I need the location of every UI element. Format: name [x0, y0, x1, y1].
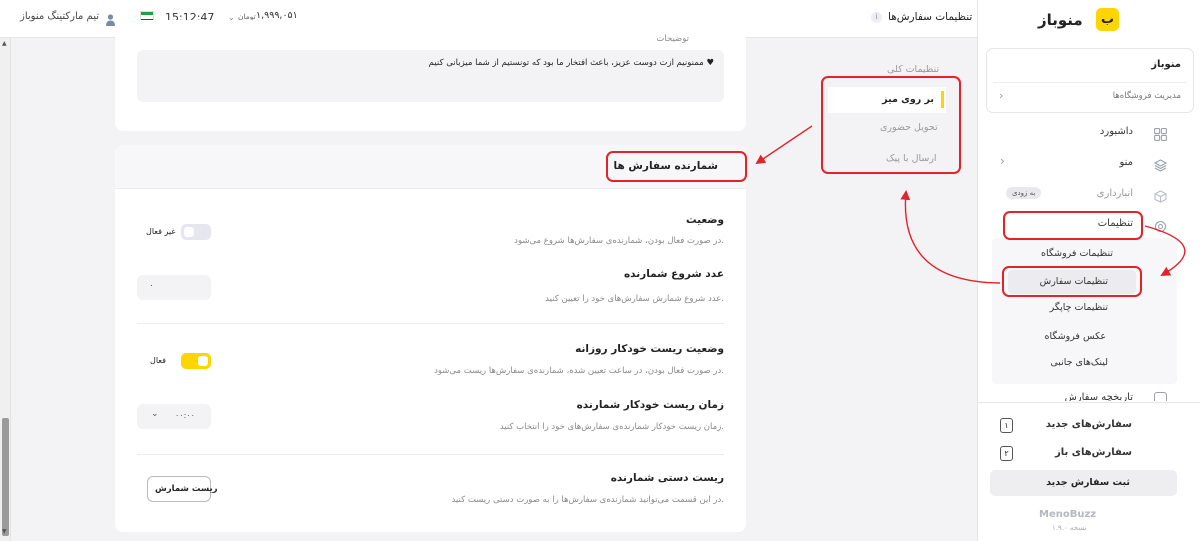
- status-label: وضعیت: [685, 214, 724, 226]
- reset-toggle-text: فعال: [150, 356, 166, 365]
- new-orders-row[interactable]: سفارش‌های جدید ۱: [994, 416, 1178, 436]
- manual-reset-desc: در این قسمت می‌توانید شمارنده‌ی سفارش‌ها…: [451, 495, 725, 505]
- chevron-down-icon: ⌄: [151, 409, 159, 419]
- new-order-button[interactable]: ثبت سفارش جدید: [990, 470, 1177, 496]
- status-toggle-text: غیر فعال: [146, 227, 176, 236]
- section-divider: [137, 454, 724, 455]
- nav-history-label: تاریخچه سفارش: [1064, 392, 1133, 401]
- manual-reset-button[interactable]: ریست شمارش: [147, 476, 218, 502]
- status-toggle[interactable]: [181, 224, 211, 240]
- brand-footer: MenoBuzz: [1039, 509, 1097, 520]
- new-order-button-label: ثبت سفارش جدید: [1046, 477, 1130, 488]
- reset-toggle-knob: [198, 356, 208, 366]
- description-text: ممنونیم ازت دوست عزیز، باعث افتخار ما بو…: [428, 58, 714, 68]
- status-toggle-knob: [184, 227, 194, 237]
- version-footer: نسخه ۱.۹.۰: [1052, 524, 1087, 532]
- annotation-box-tabs: [821, 76, 961, 174]
- bottom-divider: [978, 402, 1200, 403]
- scroll-thumb[interactable]: [2, 418, 9, 536]
- scroll-up-icon[interactable]: ▲: [2, 40, 7, 47]
- status-desc: در صورت فعال بودن، شمارنده‌ی سفارش‌ها شر…: [514, 236, 724, 246]
- page-scrollbar[interactable]: ▲ ▼: [0, 38, 11, 541]
- reset-time-label: زمان ریست خودکار شمارنده: [576, 399, 724, 411]
- chevron-left-icon: ›: [1000, 154, 1005, 168]
- scroll-down-icon[interactable]: ▼: [2, 528, 7, 535]
- info-icon[interactable]: i: [871, 12, 882, 23]
- reset-time-select[interactable]: ⌄ ۰۰:۰۰: [137, 404, 211, 429]
- nav-side-links[interactable]: لینک‌های جانبی: [1050, 357, 1108, 368]
- annotation-box-counter-title: [606, 151, 747, 182]
- nav-printer-settings[interactable]: تنظیمات چاپگر: [1050, 302, 1108, 313]
- coming-soon-badge: به زودی: [1006, 187, 1042, 199]
- new-orders-count: ۱: [1000, 418, 1013, 433]
- reset-time-desc: زمان ریست خودکار شمارنده‌ی سفارش‌های خود…: [499, 422, 724, 432]
- layers-icon: [1153, 157, 1168, 172]
- start-number-value: ۰: [149, 281, 154, 291]
- store-selector[interactable]: منوباز مدیریت فروشگاه‌ها ›: [986, 48, 1194, 113]
- nav-store-settings[interactable]: تنظیمات فروشگاه: [1041, 248, 1113, 259]
- nav-history[interactable]: تاریخچه سفارش: [994, 388, 1178, 401]
- start-number-desc: عدد شروع شمارش سفارش‌های خود را تعیین کن…: [545, 294, 724, 304]
- reset-status-label: وضعیت ریست خودکار روزانه: [575, 343, 724, 355]
- nav-menu-label: منو: [1119, 157, 1133, 168]
- start-number-input[interactable]: ۰: [137, 275, 211, 300]
- nav-inventory: به زودی انبارداری: [994, 184, 1178, 204]
- nav-store-photo[interactable]: عکس فروشگاه: [1045, 331, 1107, 342]
- app-logo-icon: ب: [1096, 8, 1119, 31]
- nav-dashboard[interactable]: داشبورد: [994, 122, 1178, 142]
- gear-icon: [1154, 218, 1167, 233]
- description-label: توضیحات: [656, 34, 689, 44]
- reset-time-value: ۰۰:۰۰: [175, 411, 195, 420]
- reset-status-desc: در صورت فعال بودن، در ساعت تعیین شده، شم…: [434, 366, 724, 376]
- open-orders-label: سفارش‌های باز: [1055, 447, 1132, 458]
- open-orders-row[interactable]: سفارش‌های باز ۲: [994, 444, 1178, 464]
- nav-menu[interactable]: › منو: [994, 153, 1178, 173]
- new-orders-label: سفارش‌های جدید: [1045, 419, 1132, 430]
- annotation-box-settings: [1003, 211, 1143, 240]
- open-orders-count: ۲: [1000, 446, 1013, 461]
- annotation-arrow-tabs-to-counter: [755, 125, 813, 165]
- team-name[interactable]: تیم مارکتینگ منوباز: [20, 11, 99, 22]
- manual-reset-label: ریست دستی شمارنده: [610, 472, 724, 484]
- dashboard-icon: [1154, 126, 1167, 141]
- user-icon: [106, 11, 115, 26]
- nav-dashboard-label: داشبورد: [1099, 126, 1133, 137]
- manual-reset-button-label: ریست شمارش: [155, 484, 218, 494]
- start-number-label: عدد شروع شمارنده: [623, 268, 724, 280]
- nav-inventory-label: انبارداری: [1096, 188, 1133, 199]
- app-logo-text: منوباز: [1038, 11, 1083, 29]
- store-manage-link[interactable]: مدیریت فروشگاه‌ها: [1113, 91, 1181, 101]
- chevron-left-icon: ›: [999, 89, 1004, 102]
- store-name: منوباز: [1151, 59, 1181, 70]
- section-divider: [137, 323, 724, 324]
- reset-toggle[interactable]: [181, 353, 211, 369]
- counter-card: شمارنده سفارش ها وضعیت در صورت فعال بودن…: [115, 145, 746, 532]
- box-icon: [1154, 188, 1167, 203]
- settings-tabs-title: تنظیمات کلی: [887, 64, 940, 75]
- description-card: توضیحات ممنونیم ازت دوست عزیز، باعث افتخ…: [115, 20, 746, 131]
- store-divider: [993, 82, 1187, 83]
- description-textarea[interactable]: ممنونیم ازت دوست عزیز، باعث افتخار ما بو…: [137, 50, 724, 102]
- page-title: تنظیمات سفارش‌ها: [888, 11, 973, 23]
- annotation-box-order-settings: [1002, 266, 1142, 297]
- history-icon: [1154, 392, 1167, 401]
